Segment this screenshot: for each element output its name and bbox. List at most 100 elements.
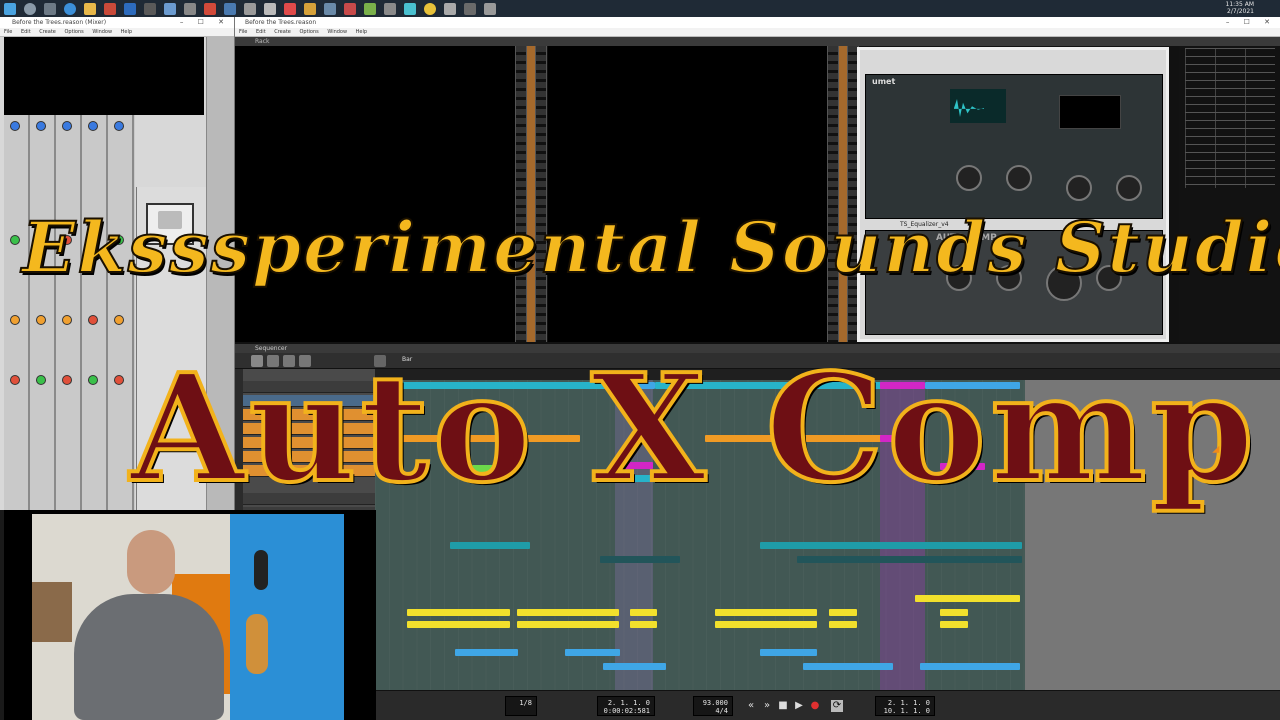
clip[interactable] <box>407 609 510 616</box>
app-icon[interactable] <box>224 2 236 15</box>
clip[interactable] <box>803 663 893 670</box>
app-icon[interactable] <box>444 2 456 15</box>
umet-knob[interactable] <box>1066 175 1092 201</box>
folder-icon[interactable] <box>84 2 96 15</box>
menu-options[interactable]: Options <box>299 29 318 35</box>
reason-icon[interactable] <box>124 2 136 15</box>
search-icon[interactable] <box>24 2 36 15</box>
clip[interactable] <box>940 621 968 628</box>
channel-knob[interactable] <box>10 121 20 131</box>
browser-icon[interactable] <box>64 2 76 15</box>
menu-help[interactable]: Help <box>356 29 367 35</box>
app-icon[interactable] <box>104 2 116 15</box>
clip[interactable] <box>915 595 1020 602</box>
app-icon[interactable] <box>184 2 196 15</box>
app-icon[interactable] <box>384 2 396 15</box>
channel-knob[interactable] <box>114 315 124 325</box>
app-icon[interactable] <box>204 2 216 15</box>
app-icon[interactable] <box>304 2 316 15</box>
clip[interactable] <box>829 621 857 628</box>
channel-knob[interactable] <box>36 375 46 385</box>
clip[interactable] <box>715 609 817 616</box>
rack-header[interactable]: Rack <box>235 37 1280 46</box>
stop-button[interactable]: ■ <box>777 700 789 712</box>
umet-knob[interactable] <box>956 165 982 191</box>
clip[interactable] <box>715 621 817 628</box>
menu-options[interactable]: Options <box>64 29 83 35</box>
play-button[interactable]: ▶ <box>793 700 805 712</box>
clip[interactable] <box>630 621 657 628</box>
app-icon[interactable] <box>344 2 356 15</box>
rack-navigator[interactable] <box>1179 46 1280 342</box>
system-clock[interactable]: 11:35 AM 2/7/2021 <box>1226 1 1254 15</box>
app-icon[interactable] <box>484 2 496 15</box>
umet-device[interactable]: umet <box>865 74 1163 219</box>
channel-knob[interactable] <box>62 121 72 131</box>
app-icon[interactable] <box>244 2 256 15</box>
studio-title: Eksssperimental Sounds Studio <box>21 205 1280 290</box>
channel-knob[interactable] <box>88 375 98 385</box>
clip[interactable] <box>407 621 510 628</box>
channel-knob[interactable] <box>36 121 46 131</box>
task-view-icon[interactable] <box>44 2 56 15</box>
clip[interactable] <box>797 556 1022 563</box>
channel-knob[interactable] <box>10 315 20 325</box>
menu-window[interactable]: Window <box>92 29 112 35</box>
mixer-window-titlebar[interactable]: Before the Trees.reason (Mixer) – ☐ ✕ <box>0 17 234 28</box>
clip[interactable] <box>600 556 680 563</box>
clip[interactable] <box>455 649 518 656</box>
quantize-display[interactable]: 1/8 <box>505 696 537 716</box>
app-icon[interactable] <box>464 2 476 15</box>
menu-edit[interactable]: Edit <box>256 29 266 35</box>
channel-knob[interactable] <box>114 121 124 131</box>
window-controls[interactable]: – ☐ ✕ <box>1226 17 1276 28</box>
app-icon[interactable] <box>404 2 416 15</box>
channel-knob[interactable] <box>62 375 72 385</box>
clip[interactable] <box>517 621 619 628</box>
chrome-icon[interactable] <box>424 2 436 15</box>
clip[interactable] <box>450 542 530 549</box>
menu-file[interactable]: File <box>4 29 12 35</box>
main-window-titlebar[interactable]: Before the Trees.reason – ☐ ✕ <box>235 17 1280 28</box>
clip[interactable] <box>517 609 619 616</box>
app-icon[interactable] <box>164 2 176 15</box>
app-icon[interactable] <box>364 2 376 15</box>
loop-button[interactable]: ⟳ <box>831 700 843 712</box>
window-controls[interactable]: – ☐ ✕ <box>180 17 230 28</box>
start-icon[interactable] <box>4 2 16 15</box>
channel-knob[interactable] <box>36 315 46 325</box>
clip[interactable] <box>565 649 620 656</box>
fast-forward-button[interactable]: » <box>761 700 773 712</box>
umet-knob[interactable] <box>1006 165 1032 191</box>
channel-knob[interactable] <box>88 121 98 131</box>
channel-knob[interactable] <box>10 375 20 385</box>
channel-knob[interactable] <box>10 235 20 245</box>
app-icon[interactable] <box>284 2 296 15</box>
clip[interactable] <box>940 609 968 616</box>
clip[interactable] <box>829 609 857 616</box>
clip[interactable] <box>760 542 1022 549</box>
menu-window[interactable]: Window <box>327 29 347 35</box>
menu-create[interactable]: Create <box>274 29 291 35</box>
mixer-channel-strips[interactable] <box>4 115 135 510</box>
channel-knob[interactable] <box>114 375 124 385</box>
tempo-display[interactable]: 93.000 4/4 <box>693 696 733 716</box>
loop-locators[interactable]: 2. 1. 1. 0 10. 1. 1. 0 <box>875 696 935 716</box>
clip[interactable] <box>920 663 1020 670</box>
menu-help[interactable]: Help <box>121 29 132 35</box>
app-icon[interactable] <box>264 2 276 15</box>
channel-knob[interactable] <box>88 315 98 325</box>
position-display[interactable]: 2. 1. 1. 0 0:00:02:581 <box>597 696 655 716</box>
menu-edit[interactable]: Edit <box>21 29 31 35</box>
app-icon[interactable] <box>144 2 156 15</box>
menu-file[interactable]: File <box>239 29 247 35</box>
rewind-button[interactable]: « <box>745 700 757 712</box>
clip[interactable] <box>760 649 817 656</box>
record-button[interactable]: ● <box>809 700 821 712</box>
app-icon[interactable] <box>324 2 336 15</box>
umet-knob[interactable] <box>1116 175 1142 201</box>
clip[interactable] <box>603 663 666 670</box>
clip[interactable] <box>630 609 657 616</box>
menu-create[interactable]: Create <box>39 29 56 35</box>
channel-knob[interactable] <box>62 315 72 325</box>
